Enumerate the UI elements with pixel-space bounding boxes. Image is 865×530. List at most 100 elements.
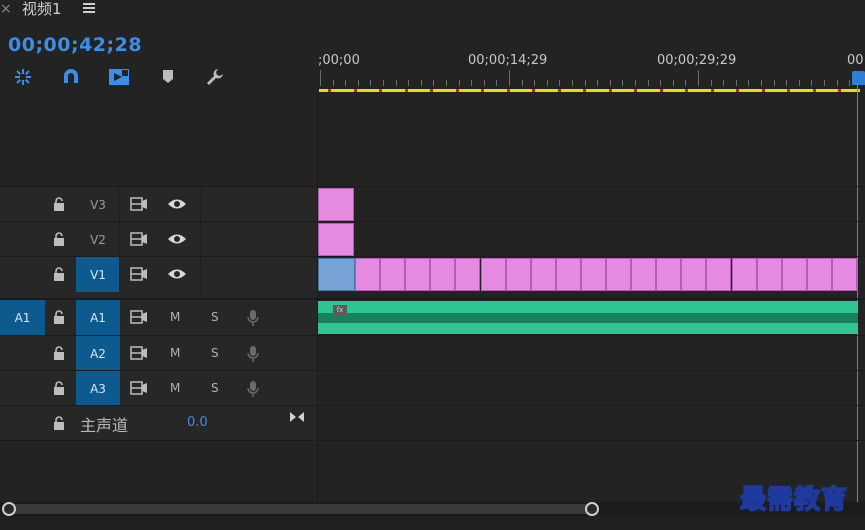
video-clip[interactable] [318,188,354,221]
track-name-v1[interactable]: V1 [76,257,120,292]
track-header-a3: A3 M S [0,371,317,406]
solo-button[interactable]: S [211,371,219,406]
playhead-timecode[interactable]: 00;00;42;28 [8,34,142,56]
ruler-tick [837,80,838,86]
fx-badge: fx [333,305,347,316]
ruler-tick [585,80,586,86]
solo-button[interactable]: S [211,336,219,371]
close-icon[interactable]: × [0,0,12,18]
track-header-master [0,406,317,441]
video-clip[interactable] [706,258,732,291]
work-area-bar[interactable] [319,89,860,92]
ruler-tick [774,80,775,86]
go-to-end-icon[interactable] [289,411,305,423]
sync-lock-icon[interactable] [130,346,148,360]
video-clip[interactable] [831,258,857,291]
track-name-v3[interactable]: V3 [76,187,120,222]
video-clip[interactable] [631,258,657,291]
video-clip[interactable] [756,258,782,291]
settings-wrench-icon[interactable] [204,66,226,88]
track-name-a1[interactable]: A1 [76,300,120,335]
ruler-tick [345,80,346,86]
render-marker [405,89,408,92]
playhead-line [857,84,858,504]
sequence-tab-title[interactable]: 视频1 [22,0,62,18]
video-clip[interactable] [656,258,682,291]
scrollbar-thumb[interactable] [7,504,592,514]
track-row-v1: V1 [0,256,865,292]
sync-lock-icon[interactable] [130,197,148,211]
sync-lock-icon[interactable] [130,267,148,281]
video-clip[interactable] [318,223,354,256]
microphone-icon[interactable] [247,380,259,398]
sync-lock-icon[interactable] [130,381,148,395]
master-volume-value[interactable]: 0.0 [187,415,208,430]
track-header-v1: V1 [0,257,317,292]
track-name-v2[interactable]: V2 [76,222,120,257]
microphone-icon[interactable] [247,345,259,363]
video-clip[interactable] [606,258,631,291]
lock-icon[interactable] [53,267,65,281]
video-clip[interactable] [505,258,531,291]
snap-magnet-icon[interactable] [60,66,82,88]
mute-button[interactable]: M [170,336,180,371]
video-clip[interactable] [781,258,807,291]
lock-icon[interactable] [53,416,65,430]
track-name-a2[interactable]: A2 [76,336,120,371]
nest-sequence-icon[interactable] [12,66,34,88]
row-divider [0,440,865,441]
ruler-tick [421,80,422,86]
lock-icon[interactable] [53,310,65,324]
track-name-a3[interactable]: A3 [76,371,120,406]
render-marker [507,89,510,92]
video-clip[interactable] [806,258,832,291]
lock-icon[interactable] [53,197,65,211]
ruler-tick [811,80,812,86]
ruler-label: 00;00;14;29 [468,53,548,68]
hamburger-menu-icon[interactable] [83,1,95,13]
eye-icon[interactable] [167,198,187,210]
video-clip[interactable] [580,258,606,291]
lock-icon[interactable] [53,381,65,395]
ruler-tick [723,80,724,86]
microphone-icon[interactable] [247,309,259,327]
playhead-handle[interactable] [852,71,865,85]
video-clip[interactable] [480,258,506,291]
add-marker-icon[interactable] [157,66,179,88]
video-clip[interactable] [380,258,406,291]
video-clip[interactable] [455,258,481,291]
ruler-tick [711,80,712,86]
eye-icon[interactable] [167,268,187,280]
ruler-tick [522,80,523,86]
video-clip[interactable] [355,258,380,291]
ruler-label: 00;00;29;29 [657,53,737,68]
render-marker [354,89,357,92]
scroll-handle-left[interactable] [2,502,16,516]
ruler-tick [408,80,409,86]
video-clip-selected[interactable] [318,258,355,291]
linked-selection-icon[interactable] [108,66,130,88]
sync-lock-icon[interactable] [130,232,148,246]
eye-icon[interactable] [167,233,187,245]
audio-clip[interactable]: fx [318,301,858,334]
lock-icon[interactable] [53,346,65,360]
sync-lock-icon[interactable] [130,310,148,324]
mute-button[interactable]: M [170,371,180,406]
render-marker [787,89,790,92]
ruler-tick [648,80,649,86]
video-clip[interactable] [530,258,556,291]
render-marker [430,89,433,92]
time-ruler[interactable] [318,46,865,92]
video-clip[interactable] [430,258,456,291]
ruler-tick [736,80,737,86]
video-clip[interactable] [731,258,757,291]
solo-button[interactable]: S [211,300,219,335]
scroll-handle-right[interactable] [585,502,599,516]
ruler-tick [748,80,749,86]
mute-button[interactable]: M [170,300,180,335]
lock-icon[interactable] [53,232,65,246]
video-clip[interactable] [681,258,707,291]
video-clip[interactable] [555,258,581,291]
source-patch-a1[interactable]: A1 [0,300,45,335]
video-clip[interactable] [405,258,431,291]
